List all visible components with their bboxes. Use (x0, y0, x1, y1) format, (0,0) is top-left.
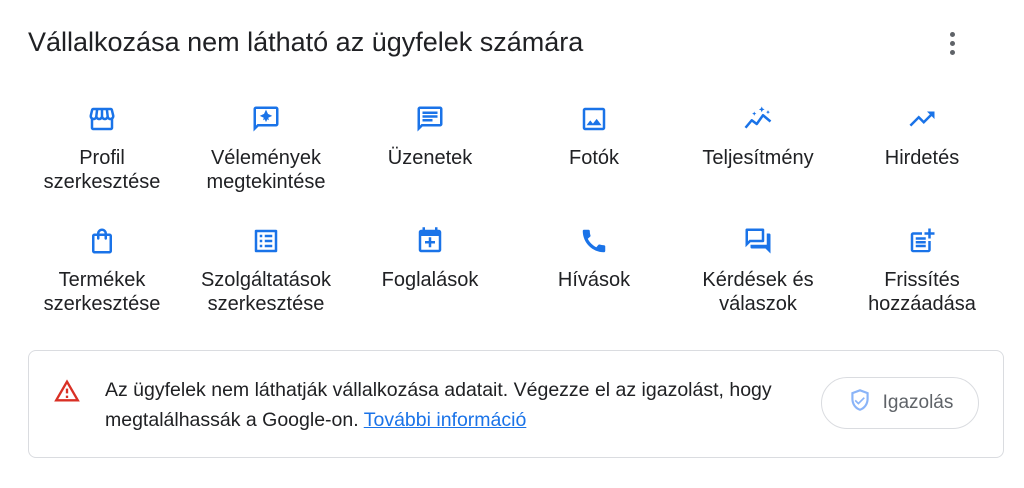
action-label: Foglalások (381, 269, 479, 291)
calendar-add-icon (415, 226, 445, 256)
action-label: Hívások (557, 269, 631, 291)
shopping-bag-icon (87, 226, 117, 256)
action-label: Frissítés hozzáadása (868, 269, 976, 315)
review-star-icon (251, 104, 281, 134)
action-edit-profile[interactable]: Profil szerkesztése (20, 104, 184, 226)
list-icon (251, 226, 281, 256)
shield-check-icon (847, 387, 873, 419)
warning-icon (53, 377, 81, 405)
action-label: Profil szerkesztése (43, 147, 161, 193)
verify-button-label: Igazolás (882, 392, 954, 413)
action-ads[interactable]: Hirdetés (840, 104, 1004, 226)
forum-icon (743, 226, 773, 256)
alert-message: Az ügyfelek nem láthatják vállalkozása a… (105, 375, 805, 435)
action-label: Hirdetés (884, 147, 960, 169)
action-label: Üzenetek (387, 147, 473, 169)
action-label: Fotók (568, 147, 620, 169)
trending-up-icon (907, 104, 937, 134)
learn-more-link[interactable]: További információ (364, 409, 527, 431)
actions-grid: Profil szerkesztése Vélemények megtekint… (20, 104, 1004, 348)
more-vert-icon-dot (949, 40, 955, 46)
action-add-update[interactable]: Frissítés hozzáadása (840, 226, 1004, 348)
action-label: Teljesítmény (702, 147, 814, 169)
action-reviews[interactable]: Vélemények megtekintése (184, 104, 348, 226)
verify-button[interactable]: Igazolás (821, 377, 979, 429)
action-label: Kérdések és válaszok (702, 269, 814, 315)
action-edit-products[interactable]: Termékek szerkesztése (20, 226, 184, 348)
page-title: Vállalkozása nem látható az ügyfelek szá… (28, 27, 584, 57)
more-options-button[interactable] (940, 28, 964, 58)
action-performance[interactable]: Teljesítmény (676, 104, 840, 226)
action-edit-services[interactable]: Szolgáltatások szerkesztése (184, 226, 348, 348)
performance-sparkle-icon (743, 104, 773, 134)
verification-alert: Az ügyfelek nem láthatják vállalkozása a… (28, 350, 1004, 458)
action-photos[interactable]: Fotók (512, 104, 676, 226)
storefront-icon (87, 104, 117, 134)
more-vert-icon (949, 31, 955, 37)
action-questions-answers[interactable]: Kérdések és válaszok (676, 226, 840, 348)
action-label: Szolgáltatások szerkesztése (200, 269, 332, 315)
card-header: Vállalkozása nem látható az ügyfelek szá… (28, 22, 1004, 64)
action-bookings[interactable]: Foglalások (348, 226, 512, 348)
message-icon (415, 104, 445, 134)
action-label: Vélemények megtekintése (206, 147, 326, 193)
more-vert-icon-dot (949, 49, 955, 55)
phone-icon (579, 226, 609, 256)
post-add-icon (907, 226, 937, 256)
photo-icon (579, 104, 609, 134)
action-messages[interactable]: Üzenetek (348, 104, 512, 226)
action-label: Termékek szerkesztése (43, 269, 161, 315)
action-calls[interactable]: Hívások (512, 226, 676, 348)
